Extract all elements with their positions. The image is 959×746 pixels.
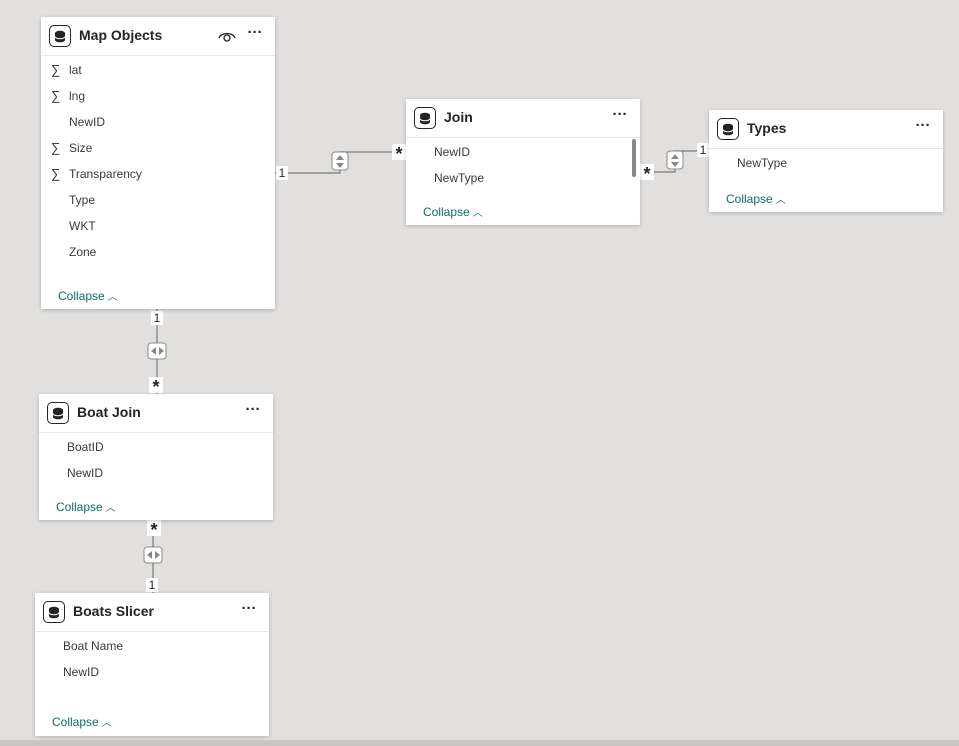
table-card-header[interactable]: Boats Slicer ··· (35, 593, 269, 632)
table-title: Types (747, 120, 787, 136)
table-card-join[interactable]: Join ··· NewID NewType Collapse ︿ (406, 99, 640, 225)
model-canvas[interactable]: 1 * * 1 1 * * 1 Map Objects ··· ∑ lat ∑ … (0, 0, 959, 746)
chevron-up-icon: ︿ (101, 718, 112, 729)
sigma-icon: ∑ (51, 140, 61, 155)
field-item[interactable]: WKT (41, 213, 275, 239)
field-name: Size (69, 141, 93, 155)
table-card-types[interactable]: Types ··· NewType Collapse ︿ (709, 110, 943, 212)
field-item[interactable]: NewType (709, 150, 943, 176)
field-name: Zone (69, 245, 97, 259)
more-options-button[interactable]: ··· (243, 25, 267, 47)
chevron-up-icon: ︿ (107, 292, 118, 303)
collapse-label: Collapse (423, 205, 470, 219)
sigma-icon: ∑ (51, 62, 61, 77)
more-options-button[interactable]: ··· (241, 402, 265, 424)
database-icon (43, 601, 65, 623)
table-card-header[interactable]: Map Objects ··· (41, 17, 275, 56)
table-title: Join (444, 109, 473, 125)
field-name: NewID (434, 145, 471, 159)
table-card-header[interactable]: Boat Join ··· (39, 394, 273, 433)
table-title: Boats Slicer (73, 603, 154, 619)
horizontal-scrollbar[interactable] (0, 740, 959, 746)
sigma-icon: ∑ (51, 88, 61, 103)
cardinality-badge: 1 (146, 578, 158, 592)
cardinality-badge: 1 (151, 311, 163, 325)
collapse-label: Collapse (726, 192, 773, 206)
scrollbar-thumb[interactable] (632, 139, 636, 177)
sigma-icon: ∑ (51, 166, 61, 181)
field-name: lat (69, 63, 82, 77)
eye-icon[interactable] (217, 26, 237, 46)
collapse-label: Collapse (58, 289, 105, 303)
field-name: Type (69, 193, 96, 207)
collapse-label: Collapse (56, 500, 103, 514)
database-icon (49, 25, 71, 47)
field-item[interactable]: Zone (41, 239, 275, 265)
field-item[interactable]: NewID (406, 139, 626, 165)
field-item[interactable]: ∑ Transparency (41, 161, 275, 187)
filter-direction-icon[interactable] (147, 342, 167, 360)
chevron-up-icon: ︿ (775, 195, 786, 206)
more-options-button[interactable]: ··· (608, 107, 632, 129)
filter-direction-icon[interactable] (331, 151, 349, 171)
table-card-boat-join[interactable]: Boat Join ··· BoatID NewID Collapse ︿ (39, 394, 273, 520)
collapse-label: Collapse (52, 715, 99, 729)
cardinality-badge: * (149, 377, 163, 397)
database-icon (717, 118, 739, 140)
cardinality-badge: * (392, 144, 406, 164)
field-name: NewType (737, 156, 788, 170)
cardinality-badge: * (640, 164, 654, 184)
collapse-link[interactable]: Collapse ︿ (726, 191, 786, 206)
table-card-header[interactable]: Types ··· (709, 110, 943, 149)
field-item[interactable]: NewID (35, 659, 269, 685)
table-title: Map Objects (79, 27, 163, 43)
field-item[interactable]: NewType (406, 165, 626, 191)
field-item[interactable]: NewID (39, 460, 273, 486)
field-name: Boat Name (63, 639, 124, 653)
field-item[interactable]: ∑ lng (41, 83, 275, 109)
database-icon (47, 402, 69, 424)
collapse-link[interactable]: Collapse ︿ (423, 204, 483, 219)
field-name: BoatID (67, 440, 104, 454)
field-name: lng (69, 89, 86, 103)
table-card-map-objects[interactable]: Map Objects ··· ∑ lat ∑ lng NewID ∑ Size… (41, 17, 275, 309)
field-item[interactable]: ∑ lat (41, 57, 275, 83)
database-icon (414, 107, 436, 129)
cardinality-badge: 1 (276, 166, 288, 180)
field-item[interactable]: Type (41, 187, 275, 213)
cardinality-badge: 1 (697, 143, 709, 157)
collapse-link[interactable]: Collapse ︿ (58, 288, 118, 303)
field-name: NewType (434, 171, 485, 185)
table-title: Boat Join (77, 404, 141, 420)
field-name: WKT (69, 219, 96, 233)
field-item[interactable]: ∑ Size (41, 135, 275, 161)
filter-direction-icon[interactable] (666, 150, 684, 170)
more-options-button[interactable]: ··· (911, 118, 935, 140)
chevron-up-icon: ︿ (105, 503, 116, 514)
table-card-boats-slicer[interactable]: Boats Slicer ··· Boat Name NewID Collaps… (35, 593, 269, 736)
field-name: NewID (63, 665, 100, 679)
table-card-header[interactable]: Join ··· (406, 99, 640, 138)
field-name: NewID (67, 466, 104, 480)
filter-direction-icon[interactable] (143, 546, 163, 564)
more-options-button[interactable]: ··· (237, 601, 261, 623)
chevron-up-icon: ︿ (472, 208, 483, 219)
field-item[interactable]: NewID (41, 109, 275, 135)
cardinality-badge: * (147, 520, 161, 540)
collapse-link[interactable]: Collapse ︿ (52, 714, 112, 729)
field-item[interactable]: Boat Name (35, 633, 269, 659)
field-name: NewID (69, 115, 106, 129)
collapse-link[interactable]: Collapse ︿ (56, 499, 116, 514)
field-name: Transparency (69, 167, 142, 181)
field-item[interactable]: BoatID (39, 434, 273, 460)
